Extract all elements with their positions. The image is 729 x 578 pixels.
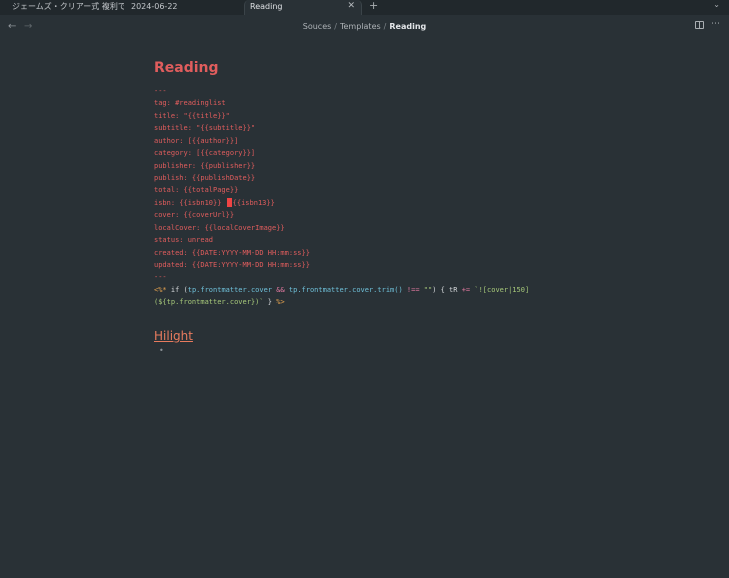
book-icon[interactable] [695, 21, 704, 29]
breadcrumb-separator: / [334, 22, 337, 31]
bullet-point: • [159, 346, 164, 355]
frontmatter-line[interactable]: total: {{totalPage}} [154, 184, 238, 196]
tab-label: ジェームズ・クリアー式 複利で... [12, 2, 124, 11]
breadcrumb-souces[interactable]: Souces [303, 22, 332, 31]
plus-icon[interactable]: + [369, 0, 378, 12]
frontmatter-line[interactable]: --- [154, 85, 167, 97]
templater-line-1[interactable]: <%* if (tp.frontmatter.cover && tp.front… [154, 284, 529, 296]
more-options-icon[interactable]: ⋯ [711, 19, 720, 29]
templater-open-tag: <%* [154, 286, 167, 294]
neq-operator: !== [402, 286, 424, 294]
frontmatter-line[interactable]: localCover: {{localCoverImage}} [154, 222, 285, 234]
tab-label: 2024-06-22 [131, 2, 178, 11]
note-content[interactable]: Reading [154, 58, 574, 78]
frontmatter-line-isbn[interactable]: isbn: {{isbn10}} {{isbn13}} [154, 197, 275, 209]
if-keyword: if ( [166, 286, 188, 294]
view-header: ← → Souces / Templates / Reading ⋯ [0, 15, 729, 41]
cover-var: tp.frontmatter.cover [187, 286, 273, 294]
tab-bar: ジェームズ・クリアー式 複利で... 2024-06-22 Reading ✕ … [0, 0, 729, 15]
frontmatter-line[interactable]: status: unread [154, 234, 213, 246]
templater-line-2[interactable]: (${tp.frontmatter.cover})` } %> [154, 296, 285, 308]
frontmatter-line[interactable]: subtitle: "{{subtitle}}" [154, 122, 255, 134]
breadcrumb-templates[interactable]: Templates [340, 22, 381, 31]
and-operator: && [272, 286, 289, 294]
tr-text: ) { tR [432, 286, 462, 294]
tab-label: Reading [250, 2, 283, 11]
trim-call: tp.frontmatter.cover.trim() [288, 286, 403, 294]
plus-equals-operator: += [461, 286, 471, 294]
close-brace: } [263, 298, 277, 306]
frontmatter-line[interactable]: publisher: {{publisher}} [154, 160, 255, 172]
isbn13-text: {{isbn13}} [232, 199, 275, 207]
frontmatter-line[interactable]: publish: {{publishDate}} [154, 172, 255, 184]
frontmatter-line[interactable]: updated: {{DATE:YYYY-MM-DD HH:mm:ss}} [154, 259, 310, 271]
tab-james-clear[interactable]: ジェームズ・クリアー式 複利で... [12, 0, 124, 15]
frontmatter-line[interactable]: title: "{{title}}" [154, 110, 230, 122]
breadcrumb: Souces / Templates / Reading [0, 22, 729, 31]
breadcrumb-reading[interactable]: Reading [389, 22, 426, 31]
cover-markdown: `![cover|150] [470, 286, 530, 294]
close-icon[interactable]: ✕ [347, 0, 355, 13]
text-cursor [226, 198, 232, 207]
isbn10-text: isbn: {{isbn10}} [154, 199, 222, 207]
frontmatter-line[interactable]: author: [{{author}}] [154, 135, 238, 147]
page-title: Reading [154, 60, 219, 76]
frontmatter-line[interactable]: created: {{DATE:YYYY-MM-DD HH:mm:ss}} [154, 247, 310, 259]
empty-string: "" [423, 286, 433, 294]
frontmatter-line[interactable]: category: [{{category}}] [154, 147, 255, 159]
frontmatter-line[interactable]: --- [154, 271, 167, 283]
frontmatter-line[interactable]: cover: {{coverUrl}} [154, 209, 234, 221]
chevron-down-icon[interactable]: ⌄ [713, 0, 720, 9]
heading-hilight: Hilight [154, 329, 193, 343]
tab-2024-06-22[interactable]: 2024-06-22 [131, 0, 231, 15]
templater-close-tag: %> [276, 298, 285, 306]
tab-reading[interactable]: Reading ✕ [244, 0, 362, 15]
cover-markdown-url: (${tp.frontmatter.cover})` [154, 298, 264, 306]
breadcrumb-separator: / [383, 22, 387, 31]
frontmatter-line[interactable]: tag: #readinglist [154, 97, 226, 109]
